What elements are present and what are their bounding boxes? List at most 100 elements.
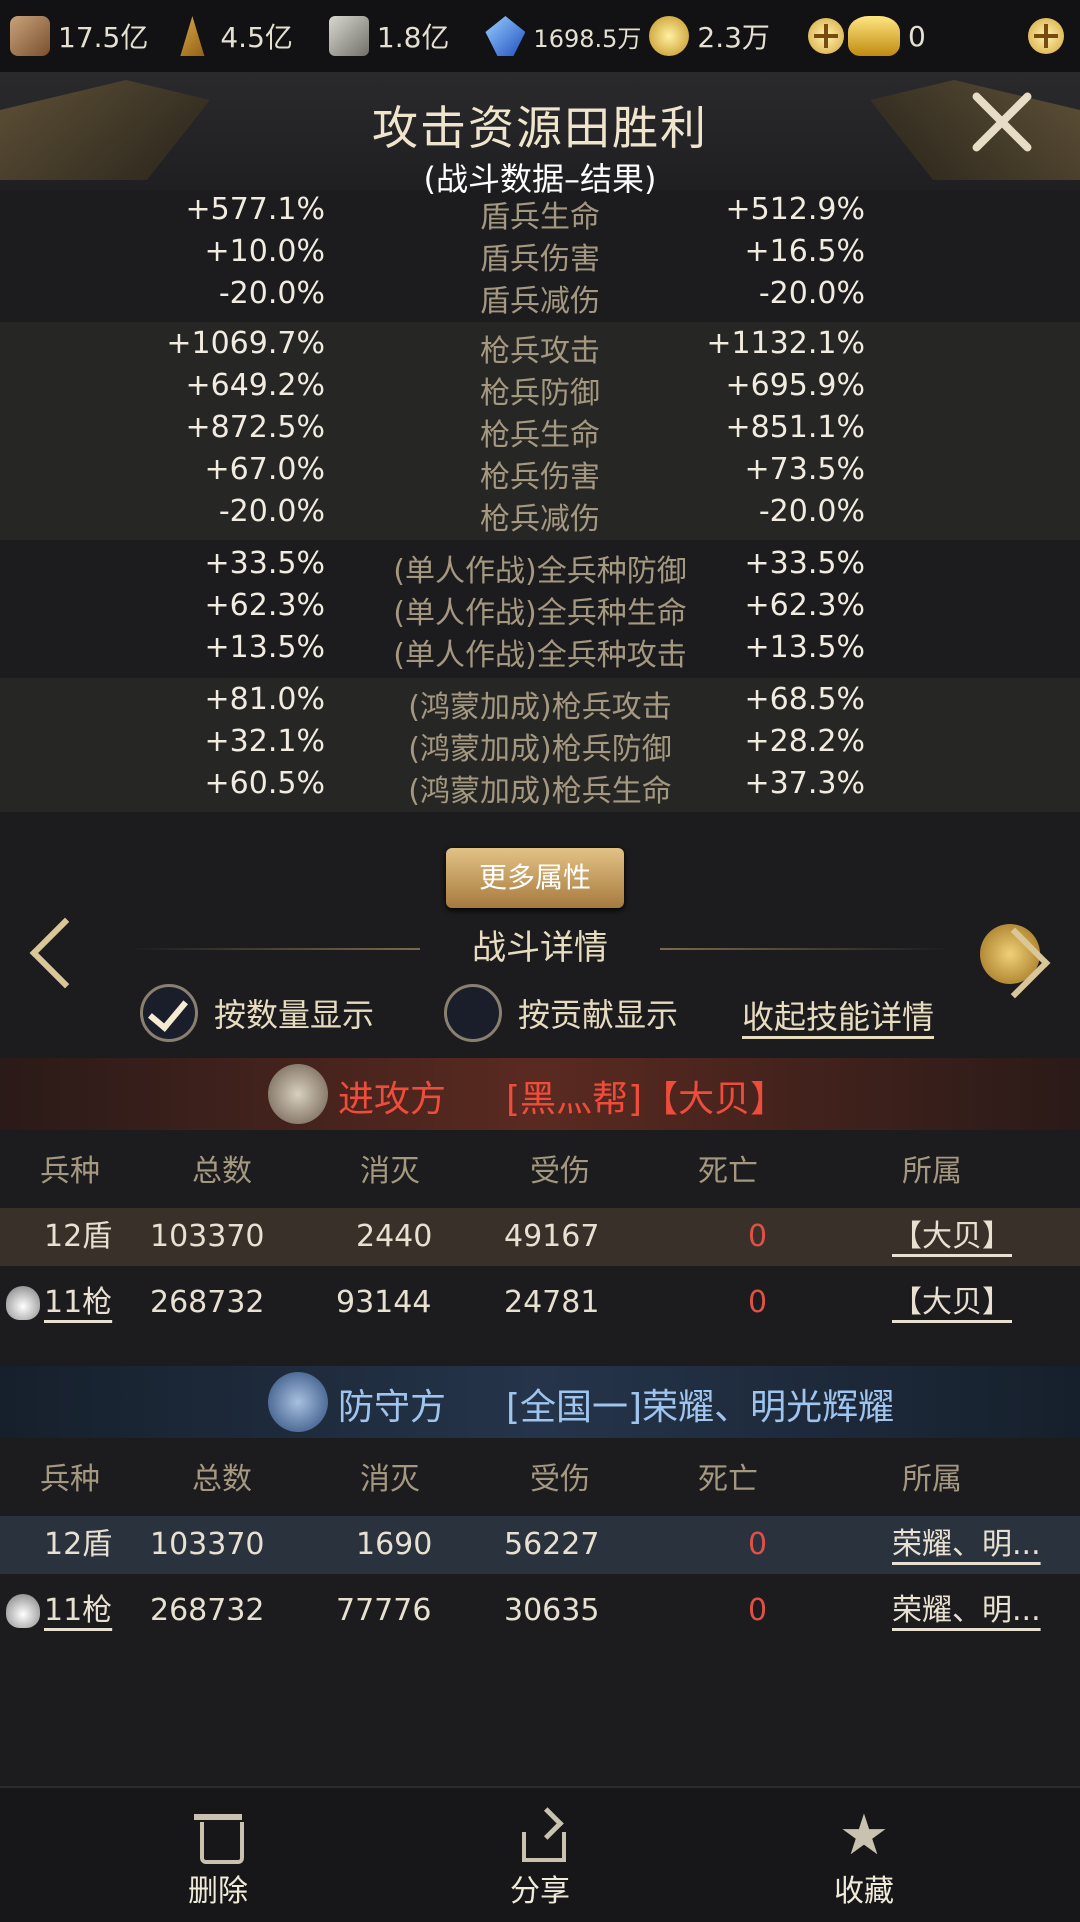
troop-kill: 2440 [356, 1219, 433, 1254]
stat-label: 枪兵生命 [480, 418, 600, 453]
stat-defender-value: +13.5% [744, 630, 865, 665]
attacker-banner: 进攻方 [黑灬帮]【大贝】 [0, 1058, 1080, 1130]
col-dead: 死亡 [698, 1154, 758, 1189]
stat-defender-value: +1132.1% [706, 326, 865, 361]
stat-row: +67.0% 枪兵伤害 +73.5% [0, 452, 1080, 495]
display-by-count-label: 按数量显示 [214, 996, 375, 1034]
food-icon [180, 16, 205, 56]
resource-food-value: 4.5亿 [220, 21, 293, 54]
spear-soldier-icon [6, 1594, 40, 1628]
checkmark-icon[interactable] [140, 984, 198, 1042]
resource-crystal-value: 1698.5万 [533, 24, 642, 53]
stat-row: +13.5% (单人作战)全兵种攻击 +13.5% [0, 630, 1080, 673]
display-by-contribution-option[interactable]: 按贡献显示 [444, 984, 678, 1042]
troop-total: 268732 [150, 1593, 265, 1628]
spear-soldier-icon [6, 1286, 40, 1320]
stat-label: (鸿蒙加成)枪兵生命 [408, 774, 672, 809]
troop-dead: 0 [748, 1593, 768, 1628]
page-title: 攻击资源田胜利 [372, 101, 708, 155]
stat-row: +32.1% (鸿蒙加成)枪兵防御 +28.2% [0, 724, 1080, 767]
troop-hurt: 56227 [504, 1527, 600, 1562]
close-icon[interactable] [962, 82, 1042, 162]
battle-detail-title: 战斗详情 [472, 928, 608, 968]
stat-group-hongmeng: +81.0% (鸿蒙加成)枪兵攻击 +68.5% +32.1% (鸿蒙加成)枪兵防御 +… [0, 678, 1080, 812]
display-by-count-option[interactable]: 按数量显示 [140, 984, 374, 1042]
col-type: 兵种 [40, 1462, 100, 1497]
stat-row: +649.2% 枪兵防御 +695.9% [0, 368, 1080, 411]
stat-row: -20.0% 盾兵减伤 -20.0% [0, 276, 1080, 319]
resource-coin-value: 2.3万 [697, 21, 770, 54]
resource-gold-ingot-value: 0 [907, 19, 926, 53]
stat-label: 枪兵伤害 [480, 460, 600, 495]
troop-type-link[interactable]: 11枪 [44, 1582, 112, 1640]
troop-type-link[interactable]: 11枪 [44, 1274, 112, 1332]
stat-row: +33.5% (单人作战)全兵种防御 +33.5% [0, 546, 1080, 589]
stat-defender-value: +851.1% [725, 410, 865, 445]
radio-empty-icon[interactable] [444, 984, 502, 1042]
col-kill: 消灭 [360, 1154, 420, 1189]
stat-label: 枪兵减伤 [480, 502, 600, 537]
wood-icon [10, 16, 50, 56]
resource-wood: 17.5亿 [10, 16, 148, 56]
star-icon: ★ [838, 1803, 890, 1868]
troop-owner-link[interactable]: 荣耀、明... [892, 1582, 1041, 1640]
troop-kill: 1690 [356, 1527, 433, 1562]
stat-row: +81.0% (鸿蒙加成)枪兵攻击 +68.5% [0, 682, 1080, 725]
resource-bar: 17.5亿 4.5亿 1.8亿 1698.5万 2.3万 0 [0, 0, 1080, 72]
divider-right [660, 948, 950, 950]
troop-hurt: 24781 [504, 1285, 600, 1320]
defender-name: [全国一]荣耀、明光辉耀 [506, 1387, 895, 1428]
col-dead: 死亡 [698, 1462, 758, 1497]
stat-label: 盾兵减伤 [480, 284, 600, 319]
table-row: 11枪 268732 93144 24781 0 【大贝】 [0, 1274, 1080, 1332]
stat-row: +577.1% 盾兵生命 +512.9% [0, 192, 1080, 235]
crossed-swords-icon [268, 1064, 328, 1124]
col-total: 总数 [192, 1154, 252, 1189]
stat-label: 盾兵生命 [480, 200, 600, 235]
share-button[interactable]: 分享 [460, 1810, 620, 1910]
troop-owner-link[interactable]: 荣耀、明... [892, 1516, 1041, 1574]
troop-owner-link[interactable]: 【大贝】 [892, 1208, 1012, 1266]
stat-label: (单人作战)全兵种生命 [393, 596, 687, 631]
stat-defender-value: +695.9% [725, 368, 865, 403]
resource-food: 4.5亿 [172, 16, 293, 56]
resource-coin: 2.3万 [649, 16, 770, 56]
bottom-action-bar: 删除 分享 ★ 收藏 [0, 1786, 1080, 1922]
delete-button[interactable]: 删除 [138, 1810, 298, 1910]
stat-row: -20.0% 枪兵减伤 -20.0% [0, 494, 1080, 537]
report-header: 攻击资源田胜利 (战斗数据–结果) [0, 72, 1080, 198]
table-row: 12盾 103370 1690 56227 0 荣耀、明... [0, 1516, 1080, 1574]
stat-defender-value: +37.3% [744, 766, 865, 801]
stat-defender-value: +68.5% [744, 682, 865, 717]
resource-gold-ingot: 0 [847, 16, 926, 56]
stat-row: +62.3% (单人作战)全兵种生命 +62.3% [0, 588, 1080, 631]
gold-ingot-icon [847, 16, 900, 56]
stat-defender-value: +16.5% [744, 234, 865, 269]
add-coin-button[interactable] [807, 18, 844, 54]
col-hurt: 受伤 [530, 1462, 590, 1497]
add-gold-button[interactable] [1027, 18, 1064, 54]
defender-label: 防守方 [338, 1387, 447, 1428]
stat-group-shield: +577.1% 盾兵生命 +512.9% +10.0% 盾兵伤害 +16.5% -20.… [0, 190, 1080, 322]
stat-comparison: +577.1% 盾兵生命 +512.9% +10.0% 盾兵伤害 +16.5% -20.… [0, 190, 1080, 812]
resource-crystal: 1698.5万 [485, 16, 641, 56]
stat-defender-value: +512.9% [725, 192, 865, 227]
favorite-label: 收藏 [834, 1874, 894, 1909]
favorite-button[interactable]: ★ 收藏 [784, 1803, 944, 1910]
troop-total: 103370 [150, 1527, 265, 1562]
stat-label: 枪兵防御 [480, 376, 600, 411]
stone-icon [328, 16, 369, 56]
troop-dead: 0 [748, 1527, 768, 1562]
stat-row: +872.5% 枪兵生命 +851.1% [0, 410, 1080, 453]
col-owner: 所属 [902, 1462, 962, 1497]
stat-label: (鸿蒙加成)枪兵攻击 [408, 690, 672, 725]
collapse-skill-details-link[interactable]: 收起技能详情 [742, 992, 934, 1038]
stat-group-spear: +1069.7% 枪兵攻击 +1132.1% +649.2% 枪兵防御 +695.9% … [0, 322, 1080, 540]
troop-total: 268732 [150, 1285, 265, 1320]
defender-banner: 防守方 [全国一]荣耀、明光辉耀 [0, 1366, 1080, 1438]
next-arrow-icon[interactable] [980, 918, 1050, 1008]
share-label: 分享 [510, 1874, 570, 1909]
troop-owner-link[interactable]: 【大贝】 [892, 1274, 1012, 1332]
gold-disc-icon [980, 924, 1040, 984]
more-attributes-button[interactable]: 更多属性 [446, 848, 624, 908]
